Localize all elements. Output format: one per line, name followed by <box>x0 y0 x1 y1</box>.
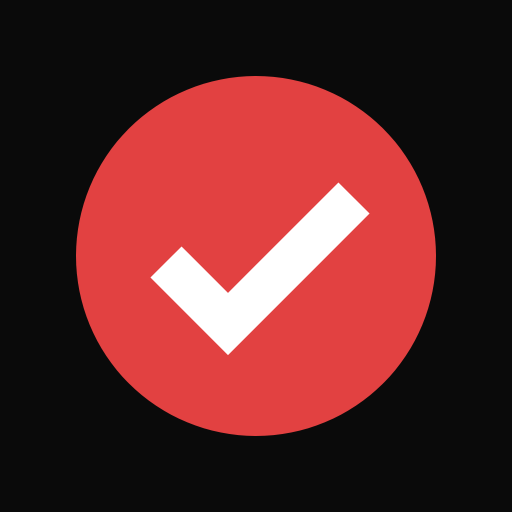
app-icon-canvas <box>0 0 512 512</box>
checkmark-badge <box>76 76 436 436</box>
badge-circle <box>76 76 436 436</box>
checkmark-icon <box>76 76 436 436</box>
